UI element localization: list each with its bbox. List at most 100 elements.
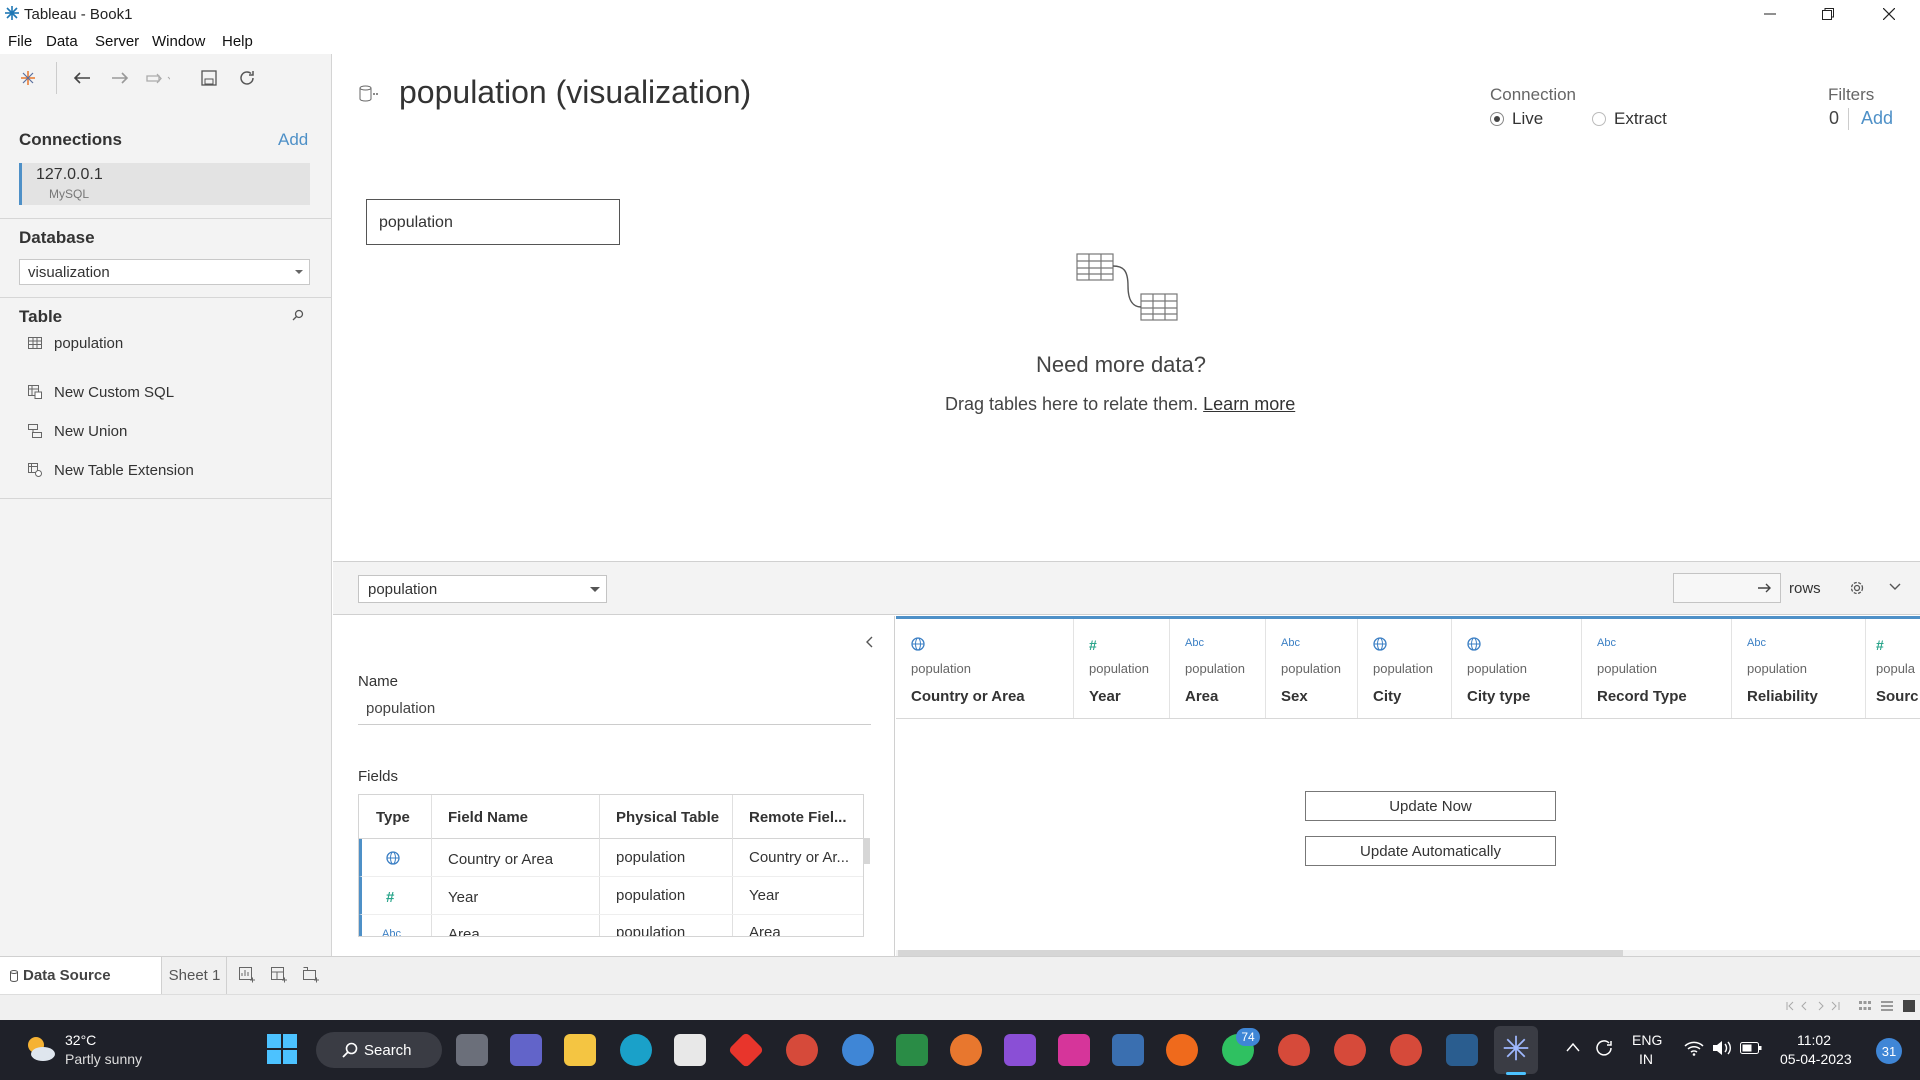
excel-app-icon[interactable] (896, 1034, 928, 1066)
grid-column-sex[interactable]: Abc population Sex (1266, 619, 1358, 718)
refresh-icon[interactable] (235, 64, 259, 92)
tab-sheet1[interactable]: Sheet 1 (163, 957, 227, 994)
share-icon[interactable] (146, 64, 170, 92)
header-field-name[interactable]: Field Name (448, 809, 528, 826)
grid-column-source[interactable]: # popula Sourc (1866, 619, 1920, 718)
table-select[interactable]: population (358, 575, 607, 603)
firefox-icon[interactable] (1166, 1034, 1198, 1066)
grid-column-record-type[interactable]: Abc population Record Type (1582, 619, 1732, 718)
update-now-button[interactable]: Update Now (1305, 791, 1556, 821)
python-help-icon[interactable] (842, 1034, 874, 1066)
chrome-profile2-icon[interactable] (1334, 1034, 1366, 1066)
live-radio[interactable]: Live (1490, 109, 1543, 129)
grid-column-city-type[interactable]: population City type (1452, 619, 1582, 718)
edge-browser-icon[interactable] (620, 1034, 652, 1066)
chevron-up-icon[interactable] (1566, 1042, 1580, 1052)
learn-more-link[interactable]: Learn more (1203, 394, 1295, 414)
chevron-down-icon[interactable] (1889, 583, 1901, 591)
taskbar-search[interactable]: Search (316, 1032, 442, 1068)
grid-column-year[interactable]: # population Year (1074, 619, 1170, 718)
add-connection-link[interactable]: Add (278, 130, 308, 150)
table-row[interactable] (359, 915, 863, 936)
new-custom-sql[interactable]: New Custom SQL (26, 383, 174, 401)
rows-input[interactable] (1673, 573, 1781, 603)
globe-icon[interactable] (386, 851, 400, 865)
update-automatically-button[interactable]: Update Automatically (1305, 836, 1556, 866)
new-union[interactable]: New Union (26, 422, 127, 440)
task-view-icon[interactable] (456, 1034, 488, 1066)
header-type[interactable]: Type (376, 809, 410, 826)
connection-label: Connection (1490, 85, 1577, 104)
canvas-table-population[interactable]: population (366, 199, 620, 245)
chevron-left-icon[interactable] (865, 636, 873, 648)
table-row[interactable] (359, 877, 863, 915)
tableau-home-icon[interactable] (16, 64, 40, 92)
menu-server[interactable]: Server (95, 33, 139, 50)
file-explorer-icon[interactable] (564, 1034, 596, 1066)
microsoft-store-icon[interactable] (674, 1034, 706, 1066)
clock-time[interactable]: 11:02 (1797, 1032, 1831, 1048)
teams-chat-icon[interactable] (510, 1034, 542, 1066)
windows-start-icon[interactable] (267, 1034, 297, 1064)
arrow-right-icon[interactable] (1758, 582, 1772, 594)
undo-icon[interactable] (70, 64, 94, 92)
header-remote-field[interactable]: Remote Fiel... (749, 809, 847, 826)
save-icon[interactable] (197, 64, 221, 92)
tab-list-view-icon[interactable] (1881, 1000, 1893, 1012)
header-physical-table[interactable]: Physical Table (616, 809, 719, 826)
fields-scrollbar[interactable] (863, 838, 870, 864)
chrome-profile3-icon[interactable] (1390, 1034, 1422, 1066)
search-icon[interactable] (292, 309, 304, 321)
new-worksheet-icon[interactable] (239, 967, 255, 983)
close-button[interactable] (1866, 0, 1912, 28)
redo-icon[interactable] (108, 64, 132, 92)
number-type-icon[interactable]: # (386, 889, 394, 906)
grid-column-reliability[interactable]: Abc population Reliability (1732, 619, 1866, 718)
chrome-profile-icon[interactable] (1278, 1034, 1310, 1066)
extract-radio[interactable]: Extract (1592, 109, 1667, 129)
python-icon[interactable] (1112, 1034, 1144, 1066)
instagram-icon[interactable] (1058, 1034, 1090, 1066)
minimize-button[interactable] (1747, 0, 1793, 28)
sheet-nav-arrows-icon[interactable] (1786, 1001, 1840, 1011)
tab-data-source[interactable]: Data Source (0, 957, 162, 994)
name-input[interactable]: population (358, 697, 871, 725)
new-table-extension[interactable]: New Table Extension (26, 461, 194, 479)
grid-view-icon[interactable] (1903, 1000, 1915, 1012)
menu-help[interactable]: Help (222, 33, 253, 50)
datasource-title[interactable]: population (visualization) (399, 74, 751, 111)
wifi-icon[interactable] (1684, 1040, 1704, 1056)
chrome-icon[interactable] (786, 1034, 818, 1066)
connection-item[interactable]: 127.0.0.1 MySQL (19, 163, 310, 205)
field-name-cell[interactable]: Year (448, 889, 478, 906)
menu-file[interactable]: File (8, 33, 32, 50)
add-filter-link[interactable]: Add (1861, 108, 1893, 129)
grid-column-area[interactable]: Abc population Area (1170, 619, 1266, 718)
new-story-icon[interactable] (303, 967, 319, 983)
grid-column-city[interactable]: population City (1358, 619, 1452, 718)
field-name-cell[interactable]: Area (448, 926, 480, 936)
clock-date[interactable]: 05-04-2023 (1780, 1051, 1852, 1067)
grid-column-country-or-area[interactable]: population Country or Area (896, 619, 1074, 718)
battery-icon[interactable] (1740, 1042, 1762, 1054)
menu-data[interactable]: Data (46, 33, 78, 50)
menu-window[interactable]: Window (152, 33, 205, 50)
visual-studio-icon[interactable] (1004, 1034, 1036, 1066)
database-select[interactable]: visualization (19, 259, 310, 285)
gear-icon[interactable] (1849, 580, 1865, 596)
notification-badge[interactable]: 31 (1876, 1038, 1902, 1064)
filmstrip-view-icon[interactable] (1859, 1000, 1871, 1012)
mysql-workbench-icon[interactable] (1446, 1034, 1478, 1066)
string-type-icon[interactable]: Abc (382, 928, 401, 936)
sync-icon[interactable] (1594, 1038, 1614, 1058)
weather-sun-icon[interactable] (22, 1032, 56, 1064)
field-name-cell[interactable]: Country or Area (448, 851, 553, 868)
volume-icon[interactable] (1712, 1040, 1732, 1056)
blender-icon[interactable] (950, 1034, 982, 1066)
restore-button[interactable] (1805, 0, 1851, 28)
language-ime-1[interactable]: ENG (1632, 1032, 1662, 1048)
language-ime-2[interactable]: IN (1639, 1051, 1653, 1067)
table-item-population[interactable]: population (26, 334, 123, 352)
datasource-icon[interactable] (359, 85, 379, 103)
new-dashboard-icon[interactable] (271, 967, 287, 983)
